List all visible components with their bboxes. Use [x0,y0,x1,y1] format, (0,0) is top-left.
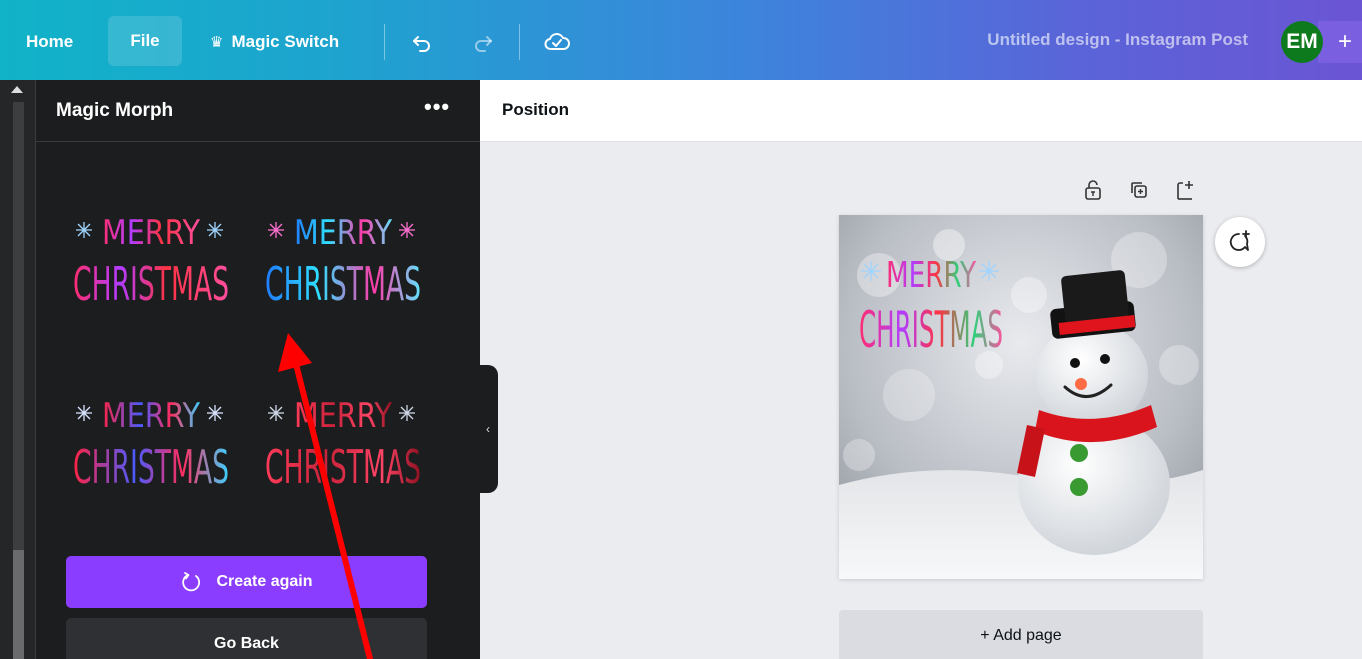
morph-variant-1[interactable]: MERRY CHRISTMAS [71,202,231,312]
home-button[interactable]: Home [12,18,87,66]
redo-icon[interactable] [469,28,497,56]
snowflake-icon [268,222,284,238]
variant-text-line1: MERRY [102,213,200,253]
variant-text-line2: CHRISTMAS [265,440,421,494]
snowflake-icon [399,222,415,238]
snowflake-icon [207,222,223,238]
create-again-label: Create again [216,573,313,590]
snowflake-icon [268,405,284,421]
side-nav-strip [0,80,36,659]
variant-text-line1: MERRY [102,396,200,436]
more-options-icon[interactable]: ••• [424,94,450,120]
morph-variant-4[interactable]: MERRY CHRISTMAS [263,385,423,495]
toolbar-divider [384,24,385,60]
variant-text-line1: MERRY [294,396,392,436]
design-title[interactable]: Untitled design - Instagram Post [987,30,1248,50]
variant-text-line2: CHRISTMAS [73,440,229,494]
magic-switch-label: Magic Switch [231,32,340,51]
cloud-saved-icon[interactable] [543,28,571,56]
panel-header: Magic Morph ••• [36,80,480,142]
create-again-button[interactable]: Create again [66,556,427,608]
context-toolbar: Position [480,80,1362,142]
morph-variant-2[interactable]: MERRY CHRISTMAS [263,202,423,312]
duplicate-page-icon[interactable] [1127,178,1151,202]
magic-morph-panel: Magic Morph ••• MERRY CHRISTMAS MERRY CH… [36,80,480,659]
snowman-photo: MERRY CHRISTMAS [839,215,1203,579]
lock-icon[interactable] [1081,178,1105,202]
magic-switch-button[interactable]: ♛ Magic Switch [210,18,339,66]
file-menu-button[interactable]: File [108,16,182,66]
top-bar: Home File ♛ Magic Switch Untitled design… [0,0,1362,80]
add-page-icon[interactable] [1174,178,1198,202]
add-comment-button[interactable] [1215,217,1265,267]
position-button[interactable]: Position [502,100,569,120]
panel-title: Magic Morph [56,100,174,121]
go-back-button[interactable]: Go Back [66,618,427,659]
magic-wand-icon: ♛ [210,34,224,51]
scroll-up-arrow-icon[interactable] [11,86,23,93]
morph-variant-3[interactable]: MERRY CHRISTMAS [71,385,231,495]
refresh-icon [182,572,201,592]
avatar[interactable]: EM [1281,21,1323,63]
snowflake-icon [76,405,92,421]
collapse-panel-handle[interactable]: ‹ [478,365,498,493]
snowflake-icon [76,222,92,238]
comment-plus-icon [1229,230,1250,251]
design-text-line2: CHRISTMAS [859,301,1003,359]
scrollbar-thumb[interactable] [13,550,24,659]
variant-text-line2: CHRISTMAS [73,257,229,311]
add-page-button[interactable]: + Add page [839,610,1203,659]
snowflake-icon [399,405,415,421]
toolbar-divider [519,24,520,60]
design-page[interactable]: MERRY CHRISTMAS [839,215,1203,579]
variant-text-line2: CHRISTMAS [265,257,421,311]
design-text-line1: MERRY [886,255,976,296]
add-collaborator-button[interactable]: + [1318,21,1362,63]
variant-text-line1: MERRY [294,213,392,253]
snowflake-icon [207,405,223,421]
undo-icon[interactable] [408,28,436,56]
